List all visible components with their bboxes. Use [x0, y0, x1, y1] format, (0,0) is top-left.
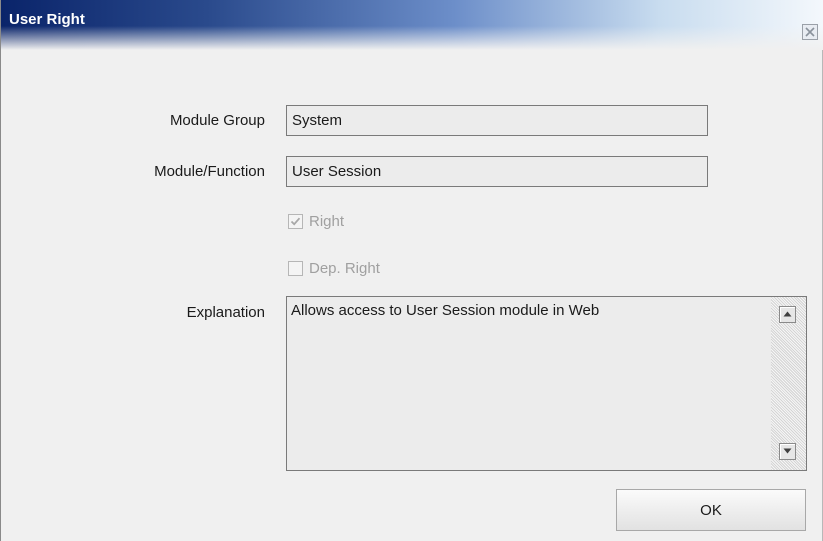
ok-button[interactable]: OK — [616, 489, 806, 531]
module-function-label: Module/Function — [154, 163, 265, 180]
window-title: User Right — [9, 11, 85, 28]
dep-right-checkbox[interactable] — [288, 260, 303, 276]
explanation-memo[interactable]: Allows access to User Session module in … — [286, 296, 807, 471]
module-group-label: Module Group — [169, 112, 265, 129]
close-button[interactable] — [802, 24, 818, 40]
title-bar-fade — [1, 26, 823, 50]
user-right-dialog: User Right Module Group System Module/Fu… — [0, 0, 823, 541]
scroll-up-button[interactable] — [779, 306, 796, 323]
scroll-down-button[interactable] — [779, 443, 796, 460]
dep-right-checkbox-label: Dep. Right — [309, 259, 380, 277]
explanation-label: Explanation — [186, 304, 265, 321]
module-group-field: System — [286, 105, 708, 136]
right-checkbox-label: Right — [309, 212, 345, 230]
close-icon — [803, 25, 817, 39]
module-function-field: User Session — [286, 156, 708, 187]
explanation-scrollbar[interactable] — [771, 297, 806, 470]
explanation-text: Allows access to User Session module in … — [291, 302, 600, 319]
right-checkbox-row[interactable]: Right — [288, 211, 344, 231]
title-bar[interactable]: User Right — [1, 0, 823, 50]
dep-right-checkbox-row[interactable]: Dep. Right — [288, 258, 380, 278]
right-checkbox[interactable] — [288, 213, 303, 229]
